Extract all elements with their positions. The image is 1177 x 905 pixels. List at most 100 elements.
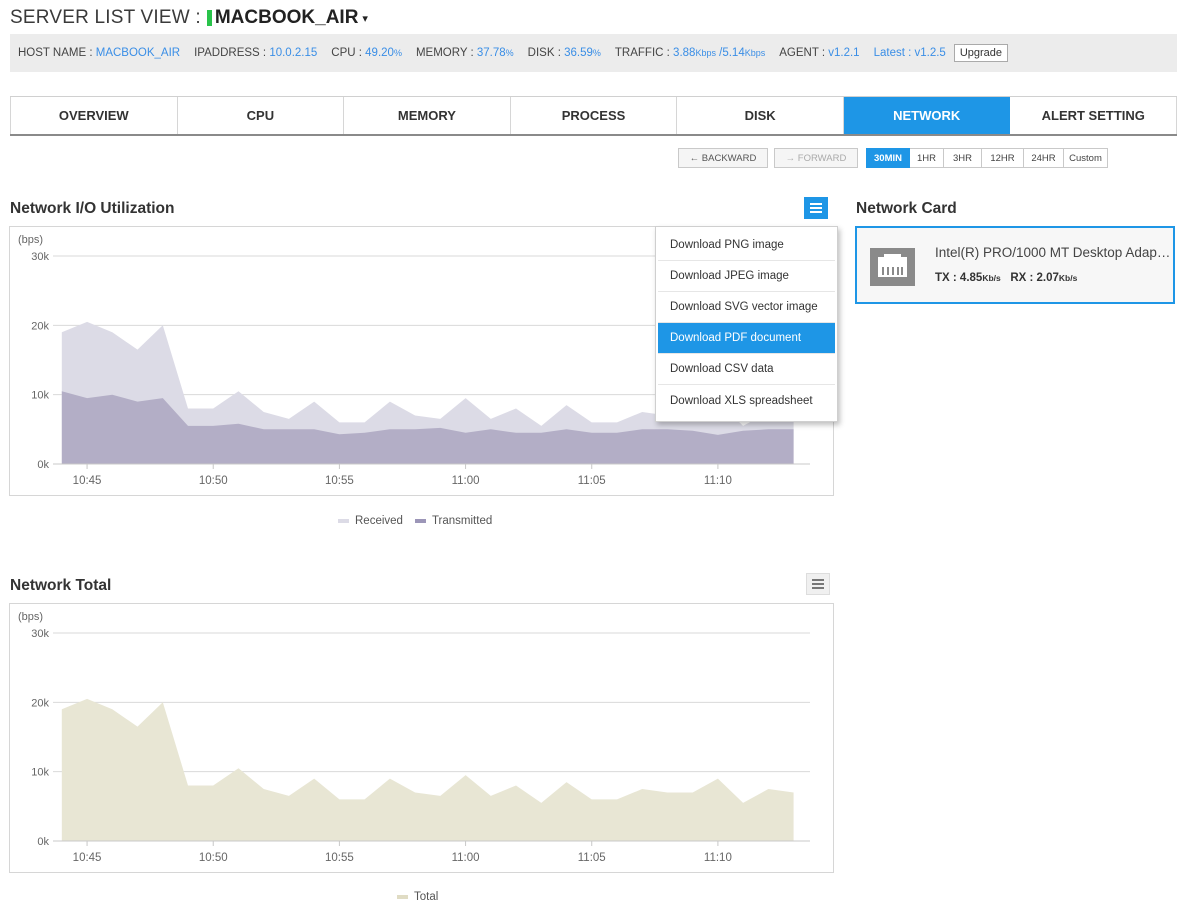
- time-range-selector: 30MIN 1HR 3HR 12HR 24HR Custom: [866, 148, 1108, 168]
- network-card-title: Network Card: [856, 200, 957, 217]
- latest-version: v1.2.5: [914, 47, 946, 59]
- y-tick-label: 0k: [37, 459, 49, 471]
- host-name-info: HOST NAME : MACBOOK_AIR: [18, 47, 180, 59]
- memory-value: 37.78: [476, 47, 506, 59]
- download-pdf-option[interactable]: Download PDF document: [658, 323, 835, 354]
- ip-address-info: IPADDRESS : 10.0.2.15: [194, 47, 317, 59]
- y-tick-label: 20k: [31, 697, 49, 709]
- legend-swatch-transmitted: [414, 519, 426, 523]
- legend-swatch-total: [397, 895, 408, 899]
- tab-network[interactable]: NETWORK: [843, 97, 1011, 134]
- download-svg-option[interactable]: Download SVG vector image: [658, 292, 835, 323]
- x-tick-label: 11:05: [578, 475, 606, 487]
- disk-unit: %: [592, 48, 601, 58]
- backward-button[interactable]: ← BACKWARD: [678, 148, 768, 168]
- memory-info: MEMORY : 37.78%: [416, 47, 514, 59]
- cpu-value: 49.20: [365, 47, 394, 59]
- rx-label: RX :: [1010, 272, 1037, 284]
- legend-item-transmitted[interactable]: Transmitted: [414, 515, 493, 527]
- y-tick-label: 10k: [31, 767, 49, 779]
- x-tick-label: 11:05: [578, 852, 606, 864]
- y-unit-label: (bps): [18, 611, 43, 623]
- series-area-total[interactable]: [61, 698, 794, 841]
- legend-label-total: Total: [414, 891, 439, 903]
- total-chart-menu-button[interactable]: [806, 573, 830, 595]
- host-name-label: HOST NAME :: [18, 47, 96, 59]
- download-jpeg-option[interactable]: Download JPEG image: [658, 261, 835, 292]
- upgrade-button[interactable]: Upgrade: [953, 44, 1009, 62]
- page-title: SERVER LIST VIEW : MACBOOK_AIR ▾: [10, 6, 368, 30]
- ethernet-port-icon: [870, 248, 915, 286]
- agent-info: AGENT : v1.2.1: [779, 47, 859, 59]
- x-tick-label: 10:50: [199, 852, 228, 864]
- tx-value: 4.85: [959, 272, 983, 284]
- tab-cpu[interactable]: CPU: [177, 97, 345, 134]
- y-tick-label: 20k: [31, 320, 49, 332]
- tab-bar: OVERVIEW CPU MEMORY PROCESS DISK NETWORK…: [10, 96, 1177, 136]
- range-30min-button[interactable]: 30MIN: [866, 148, 910, 168]
- total-chart-svg: 0k 10k 20k 30k (bps) 10:45 10:50 10:55 11:00 11:0…: [18, 611, 810, 864]
- legend-label-received: Received: [355, 515, 403, 527]
- chart-export-menu: Download PNG image Download JPEG image D…: [655, 226, 838, 422]
- hamburger-menu-icon: [810, 203, 822, 213]
- ethernet-port-glyph: [878, 254, 907, 277]
- total-chart-legend: Total: [397, 891, 450, 903]
- rx-value: 2.07: [1036, 272, 1059, 284]
- latest-info: Latest : v1.2.5: [874, 47, 946, 59]
- io-chart-menu-button[interactable]: [804, 197, 828, 219]
- tx-unit: Kb/s: [982, 273, 1001, 283]
- traffic-in-value: 3.88: [673, 47, 696, 59]
- memory-unit: %: [505, 48, 514, 58]
- range-3hr-button[interactable]: 3HR: [944, 148, 982, 168]
- network-card-name: Intel(R) PRO/1000 MT Desktop Adapter: [935, 245, 1171, 260]
- tx-label: TX :: [935, 272, 960, 284]
- server-selector[interactable]: MACBOOK_AIR: [215, 7, 359, 29]
- download-png-option[interactable]: Download PNG image: [658, 230, 835, 261]
- network-card-item[interactable]: Intel(R) PRO/1000 MT Desktop Adapter TX …: [855, 226, 1175, 304]
- chevron-down-icon[interactable]: ▾: [362, 12, 368, 25]
- legend-item-received[interactable]: Received: [338, 515, 403, 527]
- io-chart-title: Network I/O Utilization: [10, 200, 175, 217]
- x-tick-label: 10:45: [73, 475, 102, 487]
- legend-item-total[interactable]: Total: [397, 891, 438, 903]
- traffic-out-value: 5.14: [722, 47, 745, 59]
- page-title-prefix: SERVER LIST VIEW :: [10, 7, 201, 28]
- x-tick-label: 10:55: [325, 475, 354, 487]
- host-name-value: MACBOOK_AIR: [95, 47, 181, 59]
- x-tick-label: 11:10: [704, 475, 732, 487]
- latest-label: Latest :: [873, 47, 915, 59]
- io-chart-legend: Received Transmitted: [338, 515, 504, 527]
- range-12hr-button[interactable]: 12HR: [982, 148, 1024, 168]
- disk-value: 36.59: [564, 47, 593, 59]
- tab-overview[interactable]: OVERVIEW: [10, 97, 178, 134]
- tab-process[interactable]: PROCESS: [510, 97, 678, 134]
- hamburger-menu-icon: [812, 579, 824, 589]
- legend-label-transmitted: Transmitted: [431, 515, 493, 527]
- download-csv-option[interactable]: Download CSV data: [658, 354, 835, 385]
- x-tick-label: 10:50: [199, 475, 228, 487]
- total-chart-title: Network Total: [10, 577, 112, 594]
- y-unit-label: (bps): [18, 234, 43, 246]
- y-tick-label: 10k: [31, 390, 49, 402]
- ip-address-value: 10.0.2.15: [269, 47, 318, 59]
- server-info-bar: HOST NAME : MACBOOK_AIR IPADDRESS : 10.0…: [10, 34, 1177, 72]
- total-chart: 0k 10k 20k 30k (bps) 10:45 10:50 10:55 11:00 11:0…: [9, 603, 834, 873]
- agent-label: AGENT :: [779, 47, 829, 59]
- cpu-unit: %: [393, 48, 402, 58]
- y-tick-label: 30k: [31, 251, 49, 263]
- tab-alert-setting[interactable]: ALERT SETTING: [1010, 97, 1177, 134]
- range-1hr-button[interactable]: 1HR: [910, 148, 944, 168]
- range-24hr-button[interactable]: 24HR: [1024, 148, 1064, 168]
- tab-memory[interactable]: MEMORY: [344, 97, 511, 134]
- traffic-out-unit: Kbps: [744, 48, 766, 58]
- traffic-in-unit: Kbps: [695, 48, 716, 58]
- x-tick-label: 11:00: [452, 475, 480, 487]
- traffic-label: TRAFFIC :: [614, 47, 674, 59]
- range-custom-button[interactable]: Custom: [1064, 148, 1108, 168]
- memory-label: MEMORY :: [415, 47, 477, 59]
- tab-disk[interactable]: DISK: [677, 97, 844, 134]
- x-tick-label: 11:10: [704, 852, 732, 864]
- forward-button[interactable]: → FORWARD: [774, 148, 858, 168]
- download-xls-option[interactable]: Download XLS spreadsheet: [658, 385, 835, 416]
- y-tick-label: 30k: [31, 628, 49, 640]
